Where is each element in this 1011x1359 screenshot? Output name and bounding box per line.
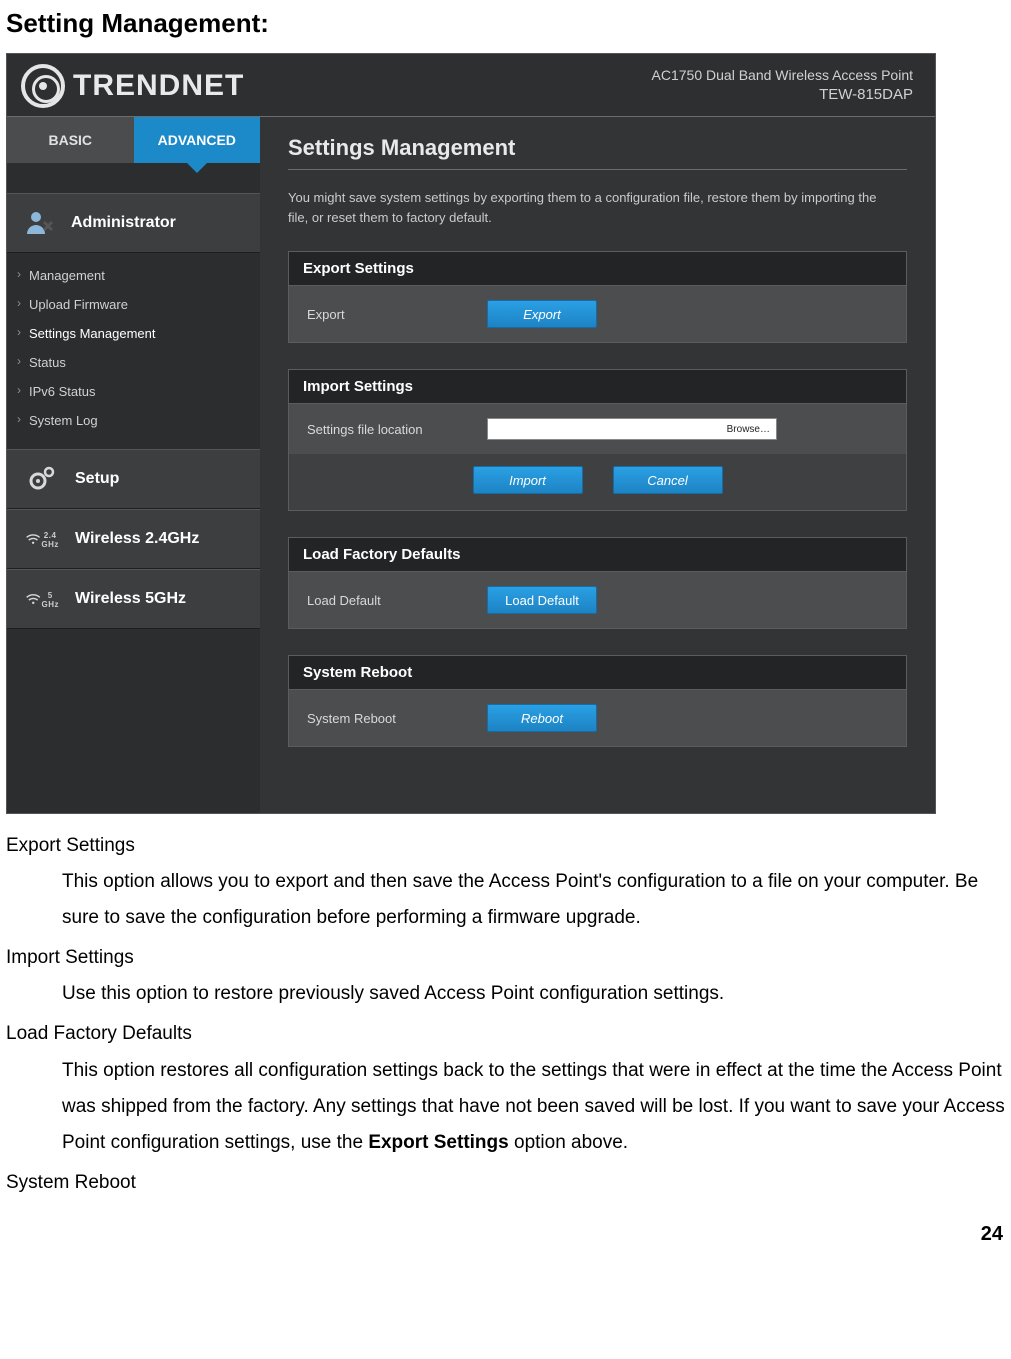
import-row-label: Settings file location <box>307 422 487 437</box>
sidebar-item-status[interactable]: Status <box>7 348 260 377</box>
sidebar-item-ipv6-status[interactable]: IPv6 Status <box>7 377 260 406</box>
tab-advanced[interactable]: ADVANCED <box>134 117 261 163</box>
wifi-5-band-label: 5 GHz <box>42 591 60 609</box>
main-content: Settings Management You might save syste… <box>260 117 935 813</box>
tab-basic[interactable]: BASIC <box>7 117 134 163</box>
sidebar: BASIC ADVANCED Administrator Management … <box>7 117 260 813</box>
export-button[interactable]: Export <box>487 300 597 328</box>
panel-reboot-title: System Reboot <box>289 656 906 690</box>
gear-icon <box>25 464 59 494</box>
def-load-factory-defaults: This option restores all configuration s… <box>62 1053 1005 1161</box>
reboot-button[interactable]: Reboot <box>487 704 597 732</box>
page-number: 24 <box>0 1223 1003 1246</box>
page-description: You might save system settings by export… <box>288 188 878 227</box>
sidebar-w5-label: Wireless 5GHz <box>75 590 186 608</box>
wifi-24-band-label: 2.4 GHz <box>41 531 59 549</box>
file-location-input[interactable]: Browse… <box>487 418 777 440</box>
panel-system-reboot: System Reboot System Reboot Reboot <box>288 655 907 747</box>
header-model: AC1750 Dual Band Wireless Access Point T… <box>652 66 913 105</box>
header-bar: TRENDNET AC1750 Dual Band Wireless Acces… <box>7 54 935 116</box>
sidebar-admin-label: Administrator <box>71 214 176 232</box>
header-product-line: AC1750 Dual Band Wireless Access Point <box>652 66 913 85</box>
panel-export-title: Export Settings <box>289 252 906 286</box>
page-title: Settings Management <box>288 135 907 170</box>
doc-body-text: Export Settings This option allows you t… <box>6 828 1005 1201</box>
brand-logo-icon <box>21 64 65 108</box>
mode-tabs: BASIC ADVANCED <box>7 117 260 163</box>
doc-heading: Setting Management: <box>6 8 1011 39</box>
administrator-icon <box>25 208 55 238</box>
term-load-factory-defaults: Load Factory Defaults <box>6 1016 1005 1052</box>
def-export-settings: This option allows you to export and the… <box>62 864 1005 936</box>
panel-factory-title: Load Factory Defaults <box>289 538 906 572</box>
sidebar-admin-submenu: Management Upload Firmware Settings Mana… <box>7 253 260 449</box>
reboot-row-label: System Reboot <box>307 711 487 726</box>
sidebar-item-settings-management[interactable]: Settings Management <box>7 319 260 348</box>
cancel-button[interactable]: Cancel <box>613 466 723 494</box>
wifi-24-icon: 2.4 GHz <box>25 524 59 554</box>
router-admin-screenshot: TRENDNET AC1750 Dual Band Wireless Acces… <box>6 53 936 814</box>
panel-export-settings: Export Settings Export Export <box>288 251 907 343</box>
panel-import-settings: Import Settings Settings file location B… <box>288 369 907 511</box>
term-export-settings: Export Settings <box>6 828 1005 864</box>
export-row-label: Export <box>307 307 487 322</box>
sidebar-setup-label: Setup <box>75 470 119 488</box>
load-default-button[interactable]: Load Default <box>487 586 597 614</box>
sidebar-section-setup[interactable]: Setup <box>7 449 260 509</box>
sidebar-section-wireless-24[interactable]: 2.4 GHz Wireless 2.4GHz <box>7 509 260 569</box>
term-import-settings: Import Settings <box>6 940 1005 976</box>
factory-row-label: Load Default <box>307 593 487 608</box>
term-system-reboot: System Reboot <box>6 1165 1005 1201</box>
wifi-5-icon: 5 GHz <box>25 584 59 614</box>
import-button[interactable]: Import <box>473 466 583 494</box>
sidebar-item-system-log[interactable]: System Log <box>7 406 260 435</box>
sidebar-item-upload-firmware[interactable]: Upload Firmware <box>7 290 260 319</box>
header-model-number: TEW-815DAP <box>652 85 913 105</box>
sidebar-w24-label: Wireless 2.4GHz <box>75 530 199 548</box>
def-import-settings: Use this option to restore previously sa… <box>62 976 1005 1012</box>
sidebar-item-management[interactable]: Management <box>7 261 260 290</box>
sidebar-section-wireless-5[interactable]: 5 GHz Wireless 5GHz <box>7 569 260 629</box>
panel-load-factory-defaults: Load Factory Defaults Load Default Load … <box>288 537 907 629</box>
brand-text: TRENDNET <box>73 69 244 103</box>
brand: TRENDNET <box>21 64 244 108</box>
browse-button[interactable]: Browse… <box>727 424 770 435</box>
sidebar-section-administrator[interactable]: Administrator <box>7 193 260 253</box>
panel-import-title: Import Settings <box>289 370 906 404</box>
